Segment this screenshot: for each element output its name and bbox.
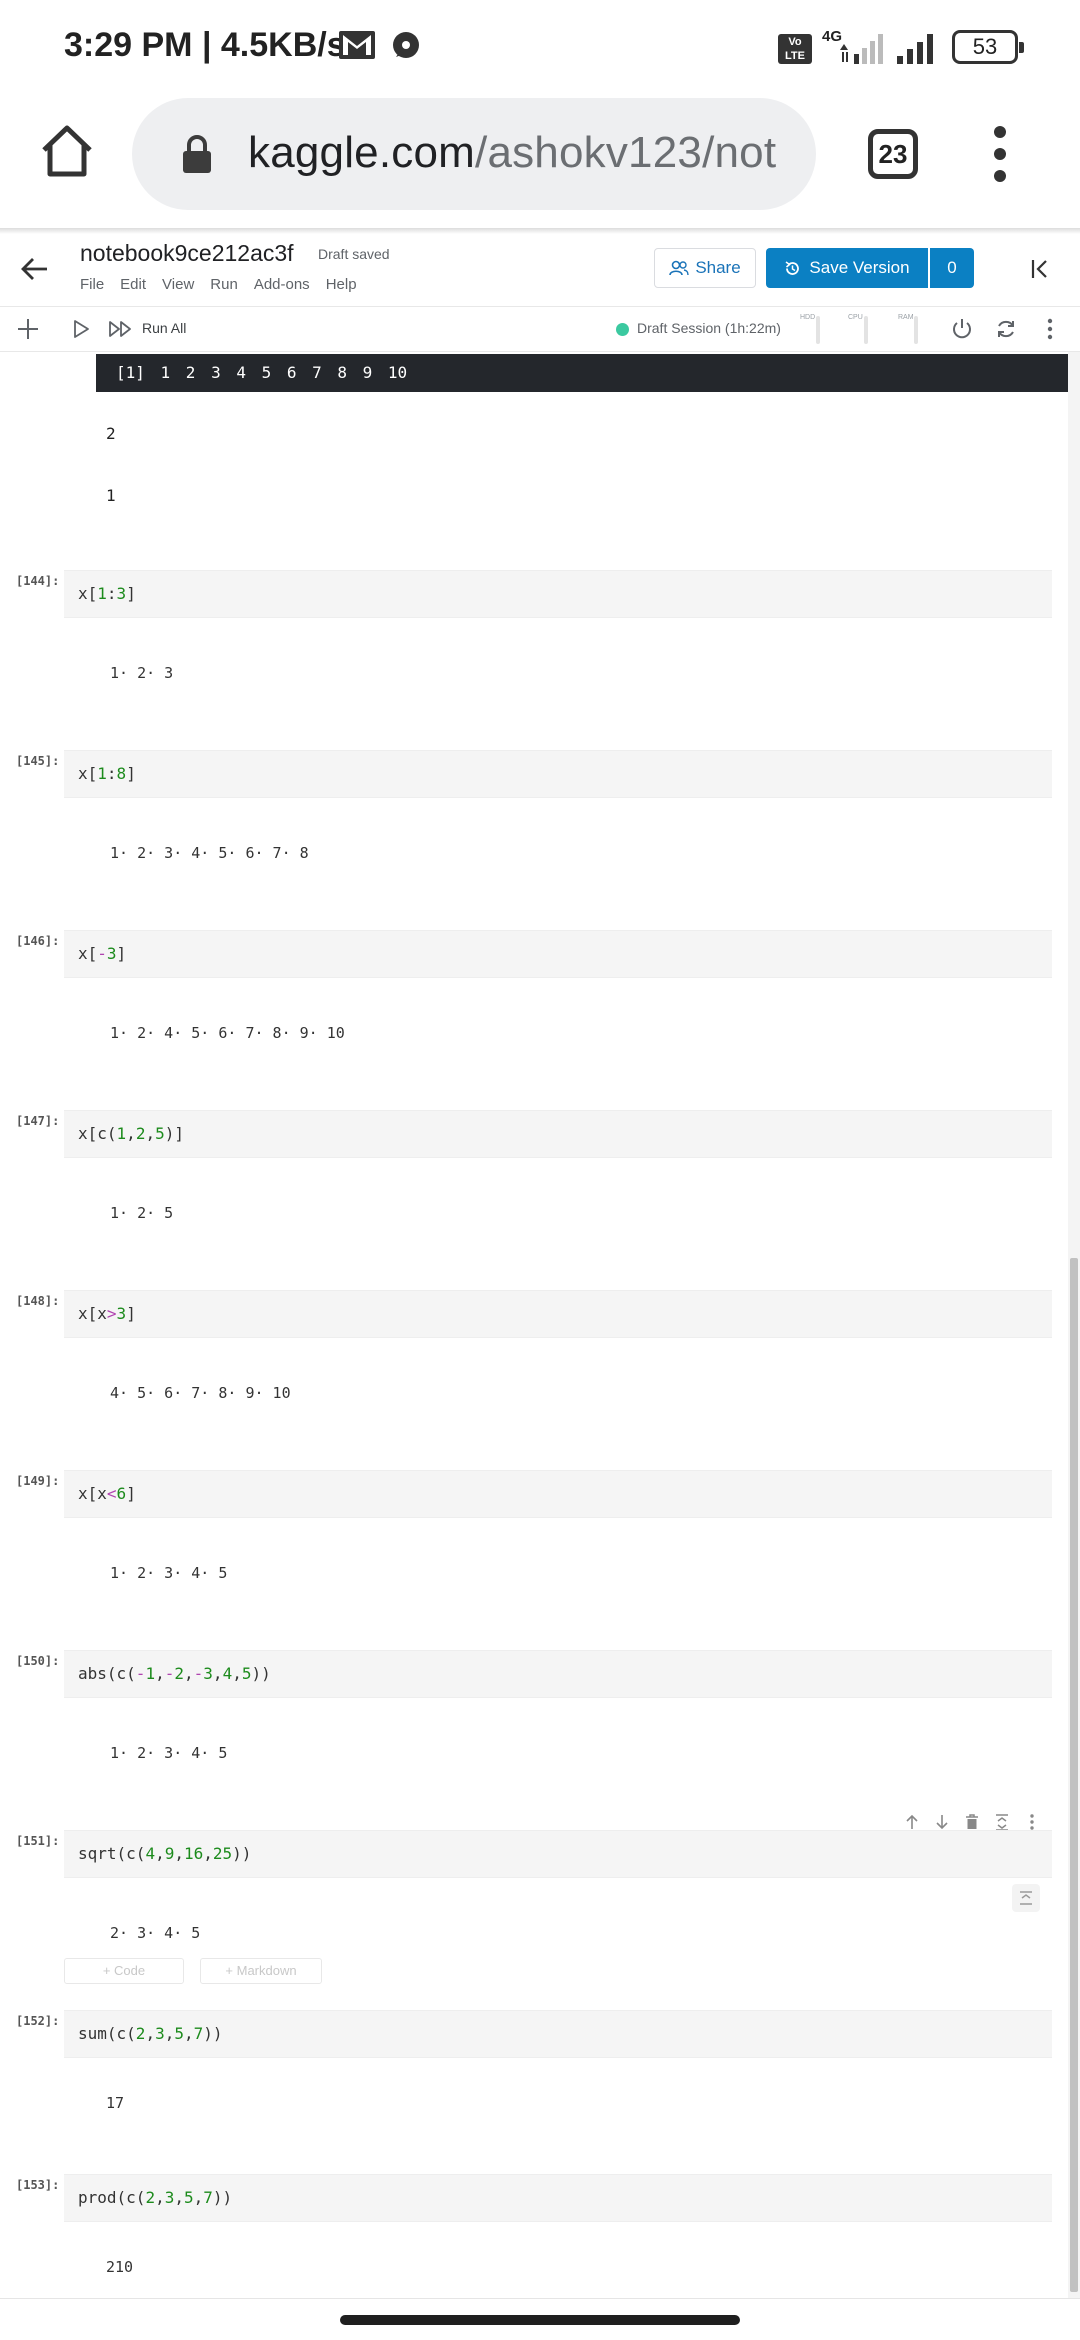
share-label: Share — [695, 258, 741, 277]
notebook-menu: File Edit View Run Add-ons Help — [80, 276, 357, 293]
cell-execution-count: [149]: — [16, 1474, 60, 1488]
move-up-icon[interactable] — [904, 1813, 920, 1831]
run-all-icon[interactable] — [108, 319, 134, 339]
tab-switcher-button[interactable]: 23 — [868, 129, 918, 179]
output-line: 2 — [106, 424, 116, 443]
cpu-meter — [864, 316, 868, 344]
session-label[interactable]: Draft Session (1h:22m) — [637, 320, 781, 336]
cell-execution-count: [144]: — [16, 574, 60, 588]
url-text[interactable]: kaggle.com/ashokv123/not — [248, 128, 776, 178]
cell-output: 1· 2· 3· 4· 5· 6· 7· 8 — [110, 844, 309, 862]
signal-full-icon — [897, 34, 933, 64]
people-icon — [669, 260, 690, 276]
cell-output: 1· 2· 4· 5· 6· 7· 8· 9· 10 — [110, 1024, 345, 1042]
browser-toolbar: kaggle.com/ashokv123/not 23 — [0, 92, 1080, 230]
save-version-label: Save Version — [809, 258, 910, 277]
menu-edit[interactable]: Edit — [120, 276, 146, 293]
run-all-label[interactable]: Run All — [142, 320, 186, 336]
cell-output: 210 — [106, 2258, 134, 2276]
notebook-header: notebook9ce212ac3f Draft saved File Edit… — [0, 234, 1080, 306]
cell-execution-count: [152]: — [16, 2014, 60, 2028]
gesture-handle[interactable] — [340, 2315, 740, 2325]
cpu-meter-label: CPU — [848, 314, 863, 321]
move-down-icon[interactable] — [934, 1813, 950, 1831]
url-host: kaggle.com — [248, 128, 476, 177]
run-cell-icon[interactable] — [72, 319, 90, 339]
volte-badge: Vo LTE — [778, 34, 812, 64]
cell-execution-count: [147]: — [16, 1114, 60, 1128]
share-button[interactable]: Share — [654, 248, 756, 288]
url-path: /ashokv123/not — [475, 128, 777, 177]
messages-icon — [393, 32, 419, 58]
add-markdown-cell-button[interactable]: + Markdown — [200, 1958, 322, 1984]
notebook-body[interactable]: [1] 1 2 3 4 5 6 7 8 9 10 2 1 [144]: x[1:… — [0, 352, 1080, 2298]
scrollbar-thumb[interactable] — [1070, 1258, 1078, 2292]
notebook-toolbar: Run All Draft Session (1h:22m) HDD CPU R… — [0, 306, 1080, 352]
cell-output: 1· 2· 5 — [110, 1204, 174, 1222]
cell-execution-count: [145]: — [16, 754, 60, 768]
menu-help[interactable]: Help — [326, 276, 357, 293]
menu-add-ons[interactable]: Add-ons — [254, 276, 310, 293]
cell-output: 4· 5· 6· 7· 8· 9· 10 — [110, 1384, 291, 1402]
browser-menu-icon[interactable] — [990, 124, 1010, 184]
ram-meter — [914, 316, 918, 344]
gmail-icon — [339, 31, 375, 59]
save-version-button[interactable]: Save Version — [766, 248, 928, 288]
delete-icon[interactable] — [964, 1813, 980, 1831]
code-cell-input[interactable]: x[x<6] — [64, 1470, 1052, 1518]
code-cell-input[interactable]: x[1:8] — [64, 750, 1052, 798]
signal-weak-icon — [840, 34, 883, 64]
more-options-icon[interactable] — [1044, 317, 1056, 341]
save-status: Draft saved — [318, 246, 390, 262]
fold-output-icon[interactable] — [1012, 1884, 1040, 1912]
code-cell-input[interactable]: abs(c(-1,-2,-3,4,5)) — [64, 1650, 1052, 1698]
cell-more-icon[interactable] — [1024, 1813, 1040, 1831]
battery-indicator: 53 — [952, 30, 1024, 64]
ram-meter-label: RAM — [898, 314, 914, 321]
notebook-title[interactable]: notebook9ce212ac3f — [80, 240, 294, 267]
cell-output: 1· 2· 3· 4· 5 — [110, 1564, 228, 1582]
save-version-icon — [785, 260, 800, 275]
menu-view[interactable]: View — [162, 276, 194, 293]
code-cell-input[interactable]: prod(c(2,3,5,7)) — [64, 2174, 1052, 2222]
status-bar: 3:29 PM | 4.5KB/s Vo LTE 4G 53 — [0, 0, 1080, 92]
code-cell-input[interactable]: sqrt(c(4,9,16,25)) — [64, 1830, 1052, 1878]
home-icon[interactable] — [38, 122, 96, 180]
collapse-panel-icon[interactable] — [1030, 258, 1052, 280]
cell-output: 1· 2· 3 — [110, 664, 174, 682]
cell-execution-count: [148]: — [16, 1294, 60, 1308]
cell-execution-count: [150]: — [16, 1654, 60, 1668]
cell-output: 1· 2· 3· 4· 5 — [110, 1744, 228, 1762]
session-status-dot — [616, 323, 629, 336]
cell-output: 2· 3· 4· 5 — [110, 1924, 201, 1942]
code-cell-input[interactable]: x[1:3] — [64, 570, 1052, 618]
lock-icon[interactable] — [180, 134, 214, 174]
back-arrow-icon[interactable] — [20, 254, 50, 284]
power-icon[interactable] — [950, 317, 974, 341]
add-cell-icon[interactable] — [16, 317, 40, 341]
menu-file[interactable]: File — [80, 276, 104, 293]
menu-run[interactable]: Run — [210, 276, 238, 293]
status-time: 3:29 PM | 4.5KB/s — [64, 26, 346, 64]
hdd-meter-label: HDD — [800, 314, 816, 321]
url-bar[interactable]: kaggle.com/ashokv123/not — [132, 98, 816, 210]
cell-output: 17 — [106, 2094, 125, 2112]
cell-execution-count: [153]: — [16, 2178, 60, 2192]
navigation-bar — [0, 2298, 1080, 2340]
collapse-cell-icon[interactable] — [994, 1813, 1010, 1831]
code-cell-input[interactable]: x[c(1,2,5)] — [64, 1110, 1052, 1158]
code-cell-input[interactable]: x[-3] — [64, 930, 1052, 978]
add-code-cell-button[interactable]: + Code — [64, 1958, 184, 1984]
cell-execution-count: [151]: — [16, 1834, 60, 1848]
output-line: 1 — [106, 486, 116, 505]
cell-execution-count: [146]: — [16, 934, 60, 948]
output-console-line: [1] 1 2 3 4 5 6 7 8 9 10 — [96, 354, 1080, 392]
code-cell-input[interactable]: sum(c(2,3,5,7)) — [64, 2010, 1052, 2058]
hdd-meter — [816, 316, 820, 344]
version-count-button[interactable]: 0 — [930, 248, 974, 288]
restart-icon[interactable] — [994, 317, 1018, 341]
code-cell-input[interactable]: x[x>3] — [64, 1290, 1052, 1338]
